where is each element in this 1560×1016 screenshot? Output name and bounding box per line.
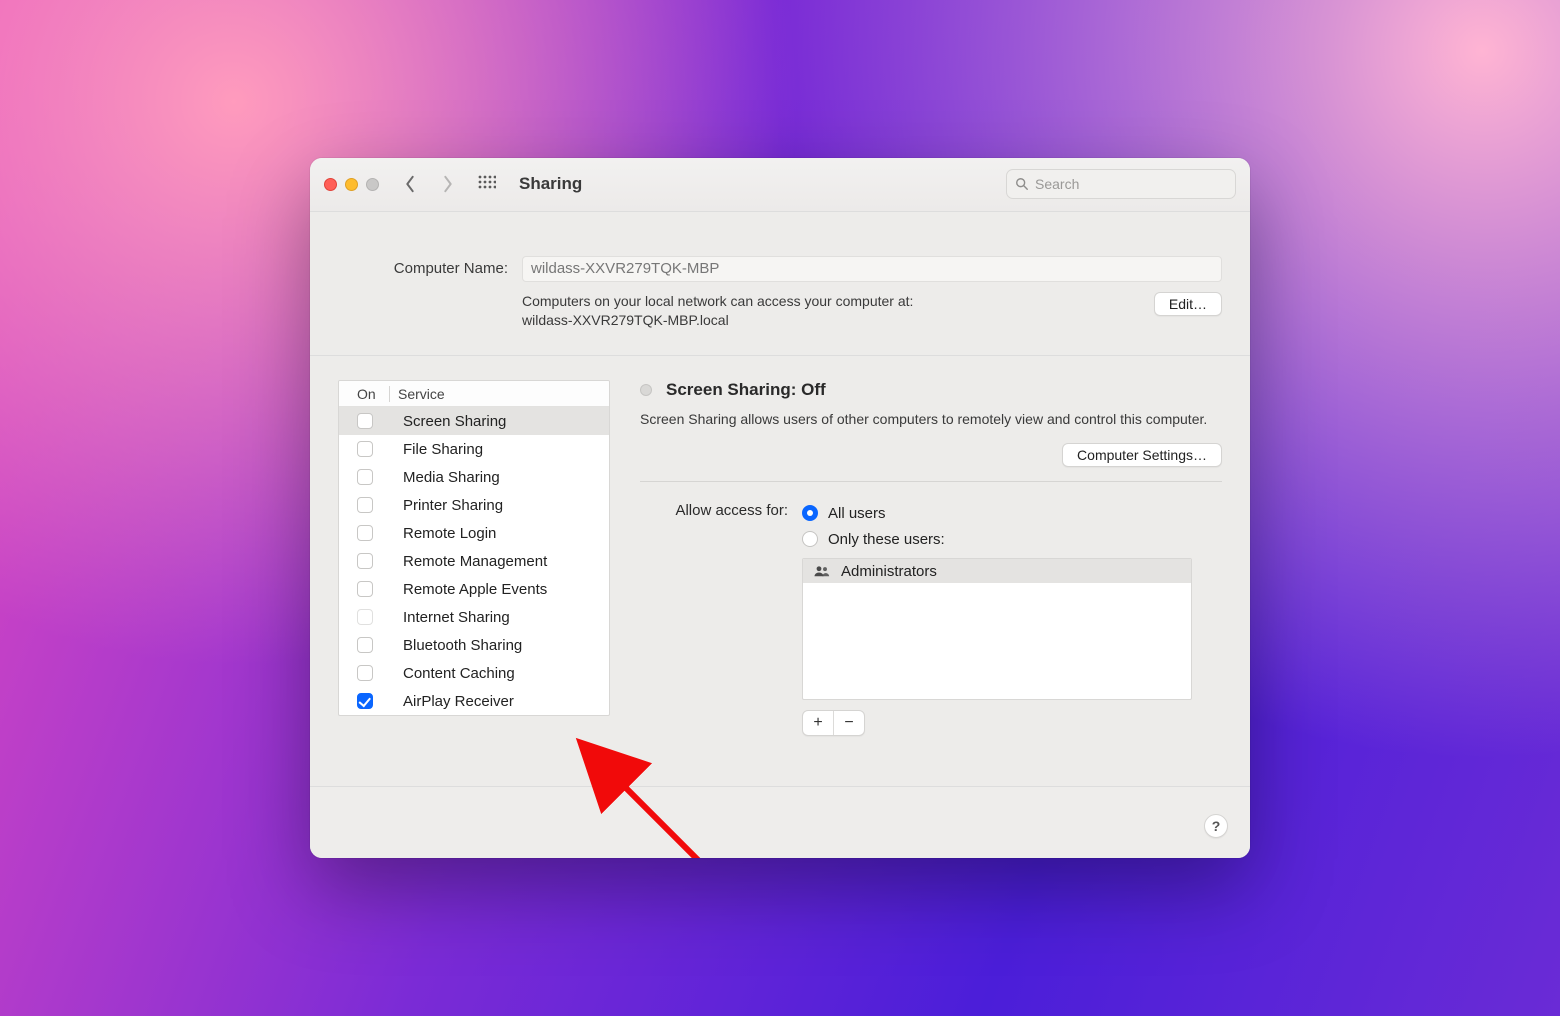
titlebar: Sharing [310, 158, 1250, 212]
user-row[interactable]: Administrators [803, 559, 1191, 583]
service-label: AirPlay Receiver [403, 693, 514, 710]
computer-name-section: Computer Name: Computers on your local n… [310, 212, 1250, 357]
service-row[interactable]: Remote Apple Events [339, 575, 609, 603]
service-checkbox[interactable] [357, 693, 373, 709]
service-status-heading: Screen Sharing: Off [666, 380, 826, 400]
service-row[interactable]: Media Sharing [339, 463, 609, 491]
service-row[interactable]: AirPlay Receiver [339, 687, 609, 715]
grid-icon [478, 175, 496, 193]
edit-hostname-button[interactable]: Edit… [1154, 292, 1222, 316]
add-remove-users: + − [802, 710, 865, 736]
service-checkbox[interactable] [357, 553, 373, 569]
radio-only-these-users-label: Only these users: [828, 531, 945, 548]
service-description: Screen Sharing allows users of other com… [640, 410, 1222, 429]
service-label: Remote Login [403, 525, 496, 542]
add-user-button[interactable]: + [803, 711, 833, 735]
service-label: Remote Management [403, 553, 547, 570]
show-all-button[interactable] [473, 170, 501, 198]
column-on: On [339, 386, 389, 402]
users-list[interactable]: Administrators [802, 558, 1192, 700]
service-checkbox[interactable] [357, 469, 373, 485]
service-row[interactable]: Remote Management [339, 547, 609, 575]
service-checkbox[interactable] [357, 637, 373, 653]
sharing-main: On Service Screen Sharing File Sharing Med… [310, 356, 1250, 786]
back-button[interactable] [397, 169, 423, 199]
remove-user-button[interactable]: − [834, 711, 864, 735]
service-row[interactable]: File Sharing [339, 435, 609, 463]
search-field[interactable] [1006, 169, 1236, 199]
service-checkbox[interactable] [357, 525, 373, 541]
service-checkbox[interactable] [357, 441, 373, 457]
service-label: Bluetooth Sharing [403, 637, 522, 654]
service-label: Media Sharing [403, 469, 500, 486]
service-label: Printer Sharing [403, 497, 503, 514]
service-row[interactable]: Remote Login [339, 519, 609, 547]
service-label: Screen Sharing [403, 413, 506, 430]
user-label: Administrators [841, 563, 937, 580]
service-row[interactable]: Bluetooth Sharing [339, 631, 609, 659]
radio-all-users-label: All users [828, 505, 886, 522]
service-row[interactable]: Printer Sharing [339, 491, 609, 519]
computer-settings-button[interactable]: Computer Settings… [1062, 443, 1222, 467]
service-label: Remote Apple Events [403, 581, 547, 598]
service-checkbox[interactable] [357, 665, 373, 681]
search-icon [1015, 177, 1029, 191]
sharing-preferences-window: Sharing Computer Name: Computers on your… [310, 158, 1250, 859]
forward-button[interactable] [435, 169, 461, 199]
service-row[interactable]: Screen Sharing [339, 407, 609, 435]
service-checkbox[interactable] [357, 581, 373, 597]
service-label: Content Caching [403, 665, 515, 682]
computer-name-description: Computers on your local network can acce… [522, 292, 1140, 330]
window-zoom-button[interactable] [366, 178, 379, 191]
service-checkbox[interactable] [357, 413, 373, 429]
help-button[interactable]: ? [1204, 814, 1228, 838]
service-label: Internet Sharing [403, 609, 510, 626]
services-header: On Service [339, 381, 609, 407]
users-icon [813, 564, 831, 578]
window-title: Sharing [519, 174, 582, 194]
allow-access-label: Allow access for: [640, 500, 788, 736]
computer-name-label: Computer Name: [338, 260, 508, 277]
window-close-button[interactable] [324, 178, 337, 191]
search-input[interactable] [1035, 176, 1227, 192]
service-checkbox[interactable] [357, 497, 373, 513]
chevron-left-icon [403, 175, 417, 193]
computer-name-field[interactable] [522, 256, 1222, 282]
radio-only-these-users[interactable] [802, 531, 818, 547]
services-list: On Service Screen Sharing File Sharing Med… [338, 380, 610, 716]
service-label: File Sharing [403, 441, 483, 458]
column-service: Service [390, 386, 445, 402]
traffic-lights [324, 178, 379, 191]
chevron-right-icon [441, 175, 455, 193]
service-row[interactable]: Internet Sharing [339, 603, 609, 631]
divider [640, 481, 1222, 482]
status-indicator-icon [640, 384, 652, 396]
radio-all-users[interactable] [802, 505, 818, 521]
service-checkbox[interactable] [357, 609, 373, 625]
window-footer: ? [310, 786, 1250, 858]
service-detail: Screen Sharing: Off Screen Sharing allow… [640, 380, 1222, 766]
service-row[interactable]: Content Caching [339, 659, 609, 687]
window-minimize-button[interactable] [345, 178, 358, 191]
